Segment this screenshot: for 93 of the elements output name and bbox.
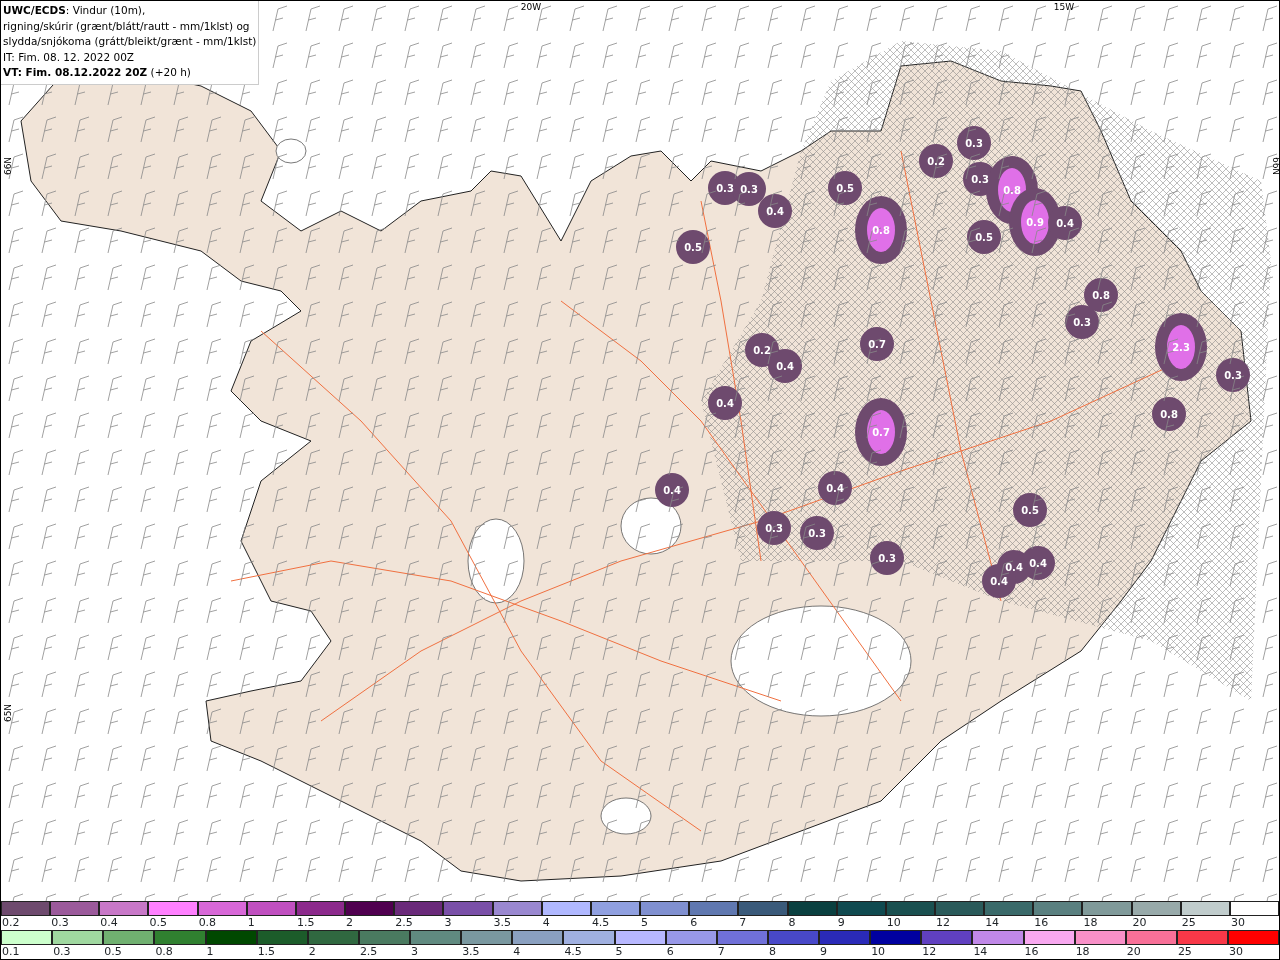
legend-label: 6 bbox=[689, 916, 699, 930]
precipitation-value: 0.5 bbox=[836, 183, 854, 194]
precipitation-value: 0.4 bbox=[663, 485, 681, 496]
precipitation-value: 0.8 bbox=[1003, 185, 1021, 196]
precipitation-value: 0.4 bbox=[766, 206, 784, 217]
precipitation-value: 0.3 bbox=[878, 553, 896, 564]
legend-label: 0.5 bbox=[103, 945, 123, 959]
legend-label: 0.8 bbox=[197, 916, 218, 930]
precipitation-value: 0.3 bbox=[765, 523, 783, 534]
legend-label: 25 bbox=[1176, 945, 1193, 959]
precipitation-value: 0.7 bbox=[872, 427, 890, 438]
precipitation-value: 0.5 bbox=[684, 242, 702, 253]
legend-label: 14 bbox=[984, 916, 1001, 930]
precipitation-value: 0.2 bbox=[927, 156, 945, 167]
title-line: IT: Fim. 08. 12. 2022 00Z bbox=[3, 49, 135, 65]
legend-label: 30 bbox=[1229, 916, 1246, 930]
legend-label: 16 bbox=[1033, 916, 1050, 930]
legend-label: 8 bbox=[767, 945, 777, 959]
legend-label: 2 bbox=[307, 945, 317, 959]
precipitation-value: 0.3 bbox=[716, 183, 734, 194]
precipitation-value: 0.2 bbox=[753, 345, 771, 356]
legend-label: 2 bbox=[345, 916, 355, 930]
legend-label: 0.5 bbox=[148, 916, 168, 930]
precipitation-value: 0.4 bbox=[826, 483, 844, 494]
precipitation-value: 0.7 bbox=[868, 339, 886, 350]
precipitation-value: 0.3 bbox=[965, 138, 983, 149]
legend-label: 2.5 bbox=[358, 945, 379, 959]
graticule-label: 15W bbox=[1053, 2, 1075, 12]
precipitation-value: 0.3 bbox=[808, 528, 826, 539]
legend-label: 1 bbox=[246, 916, 256, 930]
title-line: UWC/ECDS: Vindur (10m), bbox=[3, 3, 147, 18]
precipitation-value: 0.8 bbox=[1092, 290, 1110, 301]
legend-label: 18 bbox=[1082, 916, 1099, 930]
precipitation-value: 0.4 bbox=[716, 398, 734, 409]
legend-label: 14 bbox=[972, 945, 989, 959]
legend-label: 9 bbox=[819, 945, 828, 959]
graticule-label: 66N bbox=[3, 156, 13, 176]
legend-label: 1 bbox=[205, 945, 215, 959]
precipitation-value: 0.4 bbox=[1005, 562, 1023, 573]
legend-label: 16 bbox=[1023, 945, 1040, 959]
legend-label: 25 bbox=[1180, 916, 1197, 930]
legend-label: 1.5 bbox=[295, 916, 316, 930]
legend-label: 12 bbox=[921, 945, 938, 959]
precipitation-value: 0.5 bbox=[975, 232, 993, 243]
precipitation-value: 2.3 bbox=[1172, 342, 1190, 353]
precipitation-value: 0.3 bbox=[740, 184, 758, 195]
precipitation-value: 0.9 bbox=[1026, 217, 1044, 228]
legend-label: 4 bbox=[512, 945, 522, 959]
precipitation-value: 0.8 bbox=[872, 225, 890, 236]
legend-label: 20 bbox=[1125, 945, 1142, 959]
precipitation-value: 0.3 bbox=[971, 174, 989, 185]
legend-label: 5 bbox=[640, 916, 650, 930]
precipitation-value: 0.4 bbox=[776, 361, 794, 372]
legend-label: 3 bbox=[443, 916, 453, 930]
legend-label: 0.1 bbox=[1, 945, 21, 959]
legend-label: 2.5 bbox=[394, 916, 414, 930]
precipitation-value: 0.4 bbox=[1056, 218, 1074, 229]
legend-label: 0.4 bbox=[99, 916, 119, 930]
legend-label: 7 bbox=[716, 945, 726, 959]
legend-label: 1.5 bbox=[256, 945, 277, 959]
legend-label: 0.8 bbox=[154, 945, 174, 959]
precipitation-value: 0.4 bbox=[1029, 558, 1047, 569]
title-line: slydda/snjókoma (grátt/bleikt/grænt - mm/1klst) bbox=[3, 34, 257, 49]
legend-label: 3.5 bbox=[461, 945, 481, 959]
legend-label: 4.5 bbox=[563, 945, 583, 959]
legend-label: 10 bbox=[885, 916, 902, 930]
legend-label: 0.2 bbox=[1, 916, 21, 930]
legend-label: 6 bbox=[665, 945, 675, 959]
legend-label: 4 bbox=[541, 916, 551, 930]
legend-label: 12 bbox=[934, 916, 951, 930]
graticule-label: 65N bbox=[3, 703, 13, 723]
precipitation-value: 0.3 bbox=[1224, 370, 1242, 381]
title-line: VT: Fim. 08.12.2022 20Z (+20 h) bbox=[3, 65, 192, 80]
legend-label: 18 bbox=[1074, 945, 1091, 959]
legend-label: 8 bbox=[787, 916, 797, 930]
legend-label: 10 bbox=[870, 945, 887, 959]
precipitation-value: 0.5 bbox=[1021, 505, 1039, 516]
legend-label: 7 bbox=[738, 916, 748, 930]
graticule-label: 66N bbox=[1271, 156, 1279, 176]
precipitation-value: 0.3 bbox=[1073, 317, 1091, 328]
legend-label: 9 bbox=[836, 916, 846, 930]
legend-label: 4.5 bbox=[590, 916, 611, 930]
legend-label: 30 bbox=[1228, 945, 1244, 959]
title-line: rigning/skúrir (grænt/blátt/rautt - mm/1klst) og bbox=[3, 18, 251, 34]
legend-label: 3 bbox=[410, 945, 419, 959]
legend-label: 3.5 bbox=[492, 916, 513, 930]
legend-label: 5 bbox=[614, 945, 624, 959]
legend-label: 0.3 bbox=[52, 945, 72, 959]
legend-label: 0.3 bbox=[50, 916, 70, 930]
legend-label: 20 bbox=[1131, 916, 1148, 930]
graticule-label: 20W bbox=[520, 2, 542, 12]
precipitation-value: 0.4 bbox=[990, 576, 1008, 587]
precipitation-value: 0.8 bbox=[1160, 409, 1178, 420]
